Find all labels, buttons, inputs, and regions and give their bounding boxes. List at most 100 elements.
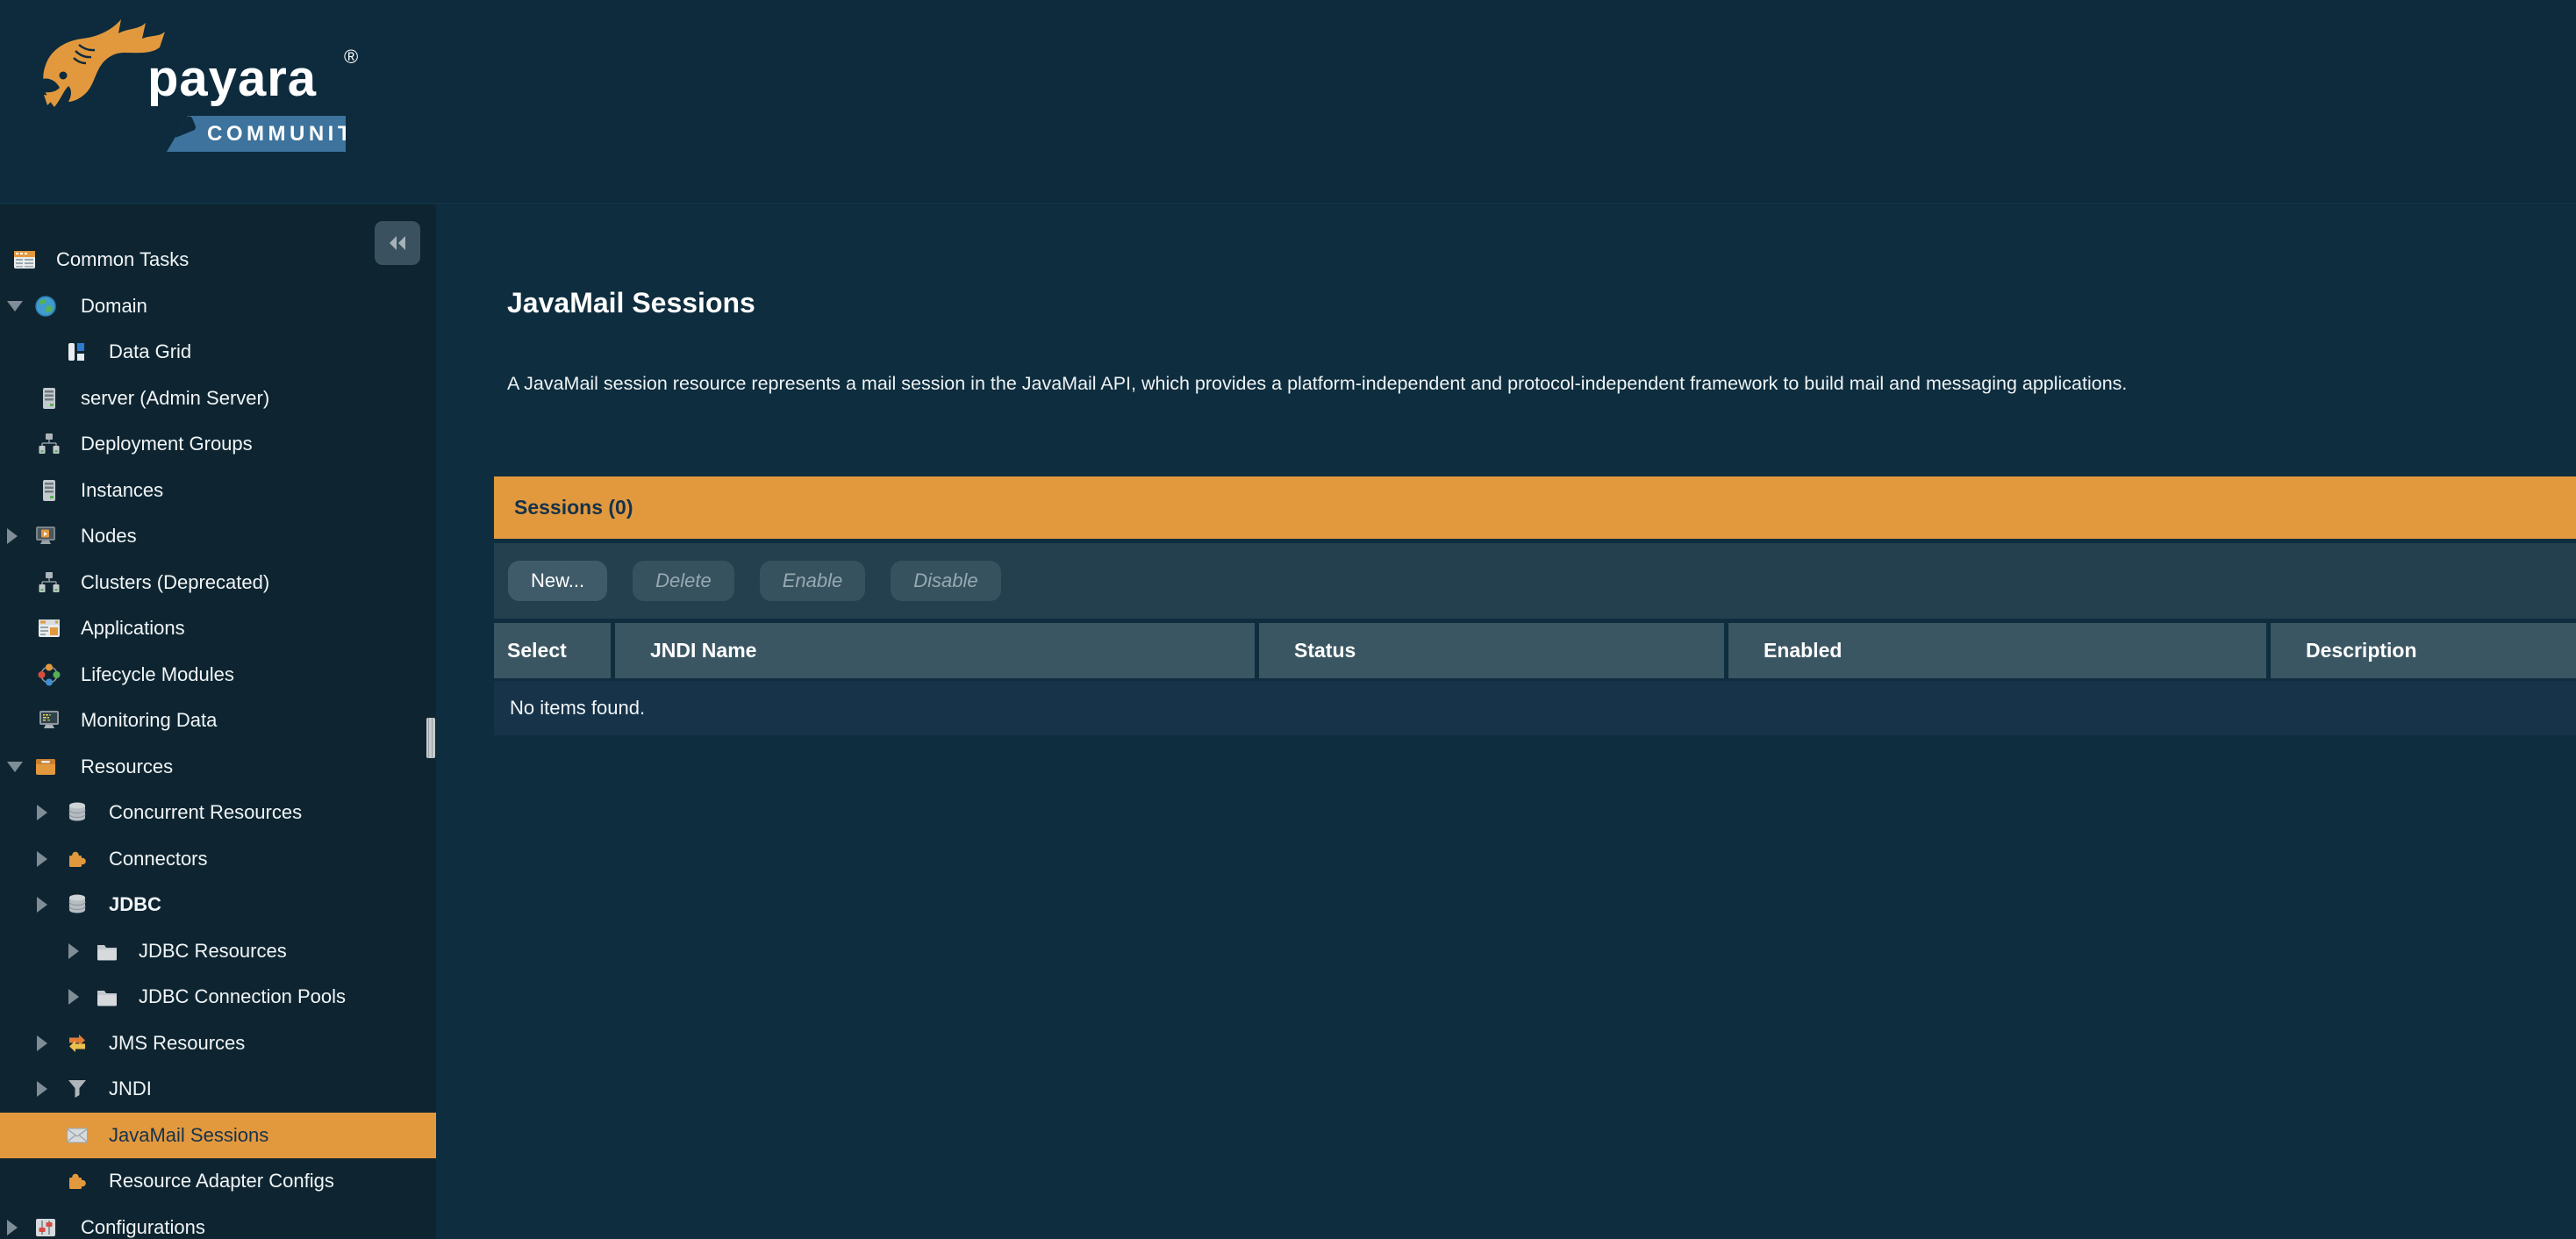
sidebar-item-label: Deployment Groups [81,433,253,455]
new-button[interactable]: New... [508,561,607,601]
community-badge-label: COMMUNITY [207,122,372,147]
column-header-status: Status [1259,623,1724,678]
sidebar-item-nodes[interactable]: Nodes [0,513,436,560]
table-header-row: SelectJNDI NameStatusEnabledDescription [494,623,2576,678]
sidebar-item-label: Connectors [109,848,208,870]
panel-toolbar: New... Delete Enable Disable [494,543,2576,619]
sidebar-item-concurrent-resources[interactable]: Concurrent Resources [0,790,436,836]
column-header-jndi-name: JNDI Name [615,623,1255,678]
chevron-down-icon[interactable] [7,301,23,312]
sidebar-item-label: Nodes [81,525,137,548]
sidebar-item-label: Data Grid [109,340,191,363]
badge-notch-icon [168,115,197,138]
puzzle-icon [65,847,89,871]
sidebar-item-javamail-sessions[interactable]: JavaMail Sessions [0,1113,436,1159]
payara-logo: payara ® COMMUNITY [35,4,333,170]
lifecycle-icon [37,662,61,687]
sidebar-item-jndi[interactable]: JNDI [0,1066,436,1113]
sidebar-item-monitoring-data[interactable]: Monitoring Data [0,698,436,744]
sessions-panel: Sessions (0) New... Delete Enable Disable S… [494,476,2576,735]
sidebar-item-label: Domain [81,295,147,318]
monitor-data-icon [37,708,61,733]
sidebar-tree: Common Tasks Domain Data Grid server (Admin… [0,237,436,1239]
sidebar-item-label: Instances [81,479,163,502]
logo-wordmark: payara [147,49,317,108]
sidebar-item-clusters-deprecated[interactable]: Clusters (Deprecated) [0,560,436,606]
community-badge: COMMUNITY [158,116,346,152]
sidebar-item-resource-adapter-configs[interactable]: Resource Adapter Configs [0,1158,436,1205]
sidebar-item-jms-resources[interactable]: JMS Resources [0,1021,436,1067]
sidebar-item-label: Resource Adapter Configs [109,1170,334,1192]
sidebar-item-label: JDBC [109,893,161,916]
delete-button[interactable]: Delete [633,561,734,601]
main-content: JavaMail Sessions A JavaMail session res… [436,204,2576,1239]
sidebar: Common Tasks Domain Data Grid server (Admin… [0,204,436,1239]
database-icon [65,892,89,917]
sidebar-item-label: Common Tasks [56,248,189,271]
column-header-select: Select [494,623,611,678]
sidebar-item-connectors[interactable]: Connectors [0,836,436,883]
chevron-right-icon[interactable] [7,528,18,544]
data-grid-icon [65,340,89,364]
sidebar-item-label: Monitoring Data [81,709,217,732]
sidebar-item-deployment-groups[interactable]: Deployment Groups [0,421,436,468]
sidebar-item-label: JavaMail Sessions [109,1124,268,1147]
sidebar-item-lifecycle-modules[interactable]: Lifecycle Modules [0,652,436,698]
chevron-right-icon[interactable] [7,1220,18,1235]
sidebar-item-label: Clusters (Deprecated) [81,571,269,594]
sidebar-item-label: Lifecycle Modules [81,663,234,686]
column-header-enabled: Enabled [1728,623,2266,678]
sliders-icon [33,1215,58,1239]
page-description: A JavaMail session resource represents a… [507,373,2127,395]
chevron-right-icon[interactable] [37,1081,47,1097]
chevron-right-icon[interactable] [68,989,79,1005]
tree-icon [37,570,61,595]
server-icon [37,386,61,411]
sidebar-item-applications[interactable]: Applications [0,605,436,652]
sidebar-item-label: server (Admin Server) [81,387,269,410]
box-icon [33,755,58,779]
sidebar-item-server-admin-server[interactable]: server (Admin Server) [0,376,436,422]
sidebar-item-resources[interactable]: Resources [0,744,436,791]
chevron-right-icon[interactable] [37,851,47,867]
folder-icon [95,985,119,1009]
column-header-description: Description [2271,623,2576,678]
monitor-node-icon [33,524,58,548]
globe-icon [33,294,58,319]
page-title: JavaMail Sessions [507,287,755,319]
sidebar-item-domain[interactable]: Domain [0,283,436,330]
sidebar-item-instances[interactable]: Instances [0,468,436,514]
sidebar-scrollbar-thumb[interactable] [426,718,435,758]
sidebar-item-label: Concurrent Resources [109,801,302,824]
panel-header: Sessions (0) [494,476,2576,539]
sidebar-item-label: JMS Resources [109,1032,245,1055]
sidebar-item-jdbc-resources[interactable]: JDBC Resources [0,928,436,975]
envelope-icon [65,1123,89,1148]
chevron-right-icon[interactable] [37,897,47,913]
database-icon [65,800,89,825]
sidebar-item-jdbc[interactable]: JDBC [0,882,436,928]
sidebar-item-label: JDBC Connection Pools [139,985,346,1008]
server-icon [37,478,61,503]
sidebar-item-label: Applications [81,617,185,640]
funnel-icon [65,1077,89,1101]
app-window-icon [37,616,61,641]
chevron-down-icon[interactable] [7,762,23,772]
sidebar-item-label: Resources [81,756,173,778]
sidebar-item-configurations[interactable]: Configurations [0,1205,436,1239]
enable-button[interactable]: Enable [760,561,866,601]
disable-button[interactable]: Disable [891,561,1000,601]
chevron-right-icon[interactable] [37,805,47,820]
table-empty-row: No items found. [494,681,2576,735]
common-tasks-icon [12,247,37,272]
sidebar-item-common-tasks[interactable]: Common Tasks [0,237,436,283]
tree-icon [37,432,61,456]
chevron-right-icon[interactable] [68,943,79,959]
chevron-right-icon[interactable] [37,1035,47,1051]
sidebar-item-label: JNDI [109,1078,152,1100]
registered-mark: ® [344,46,358,68]
sidebar-item-jdbc-connection-pools[interactable]: JDBC Connection Pools [0,974,436,1021]
sidebar-item-data-grid[interactable]: Data Grid [0,329,436,376]
jms-arrows-icon [65,1031,89,1056]
puzzle-icon [65,1169,89,1193]
